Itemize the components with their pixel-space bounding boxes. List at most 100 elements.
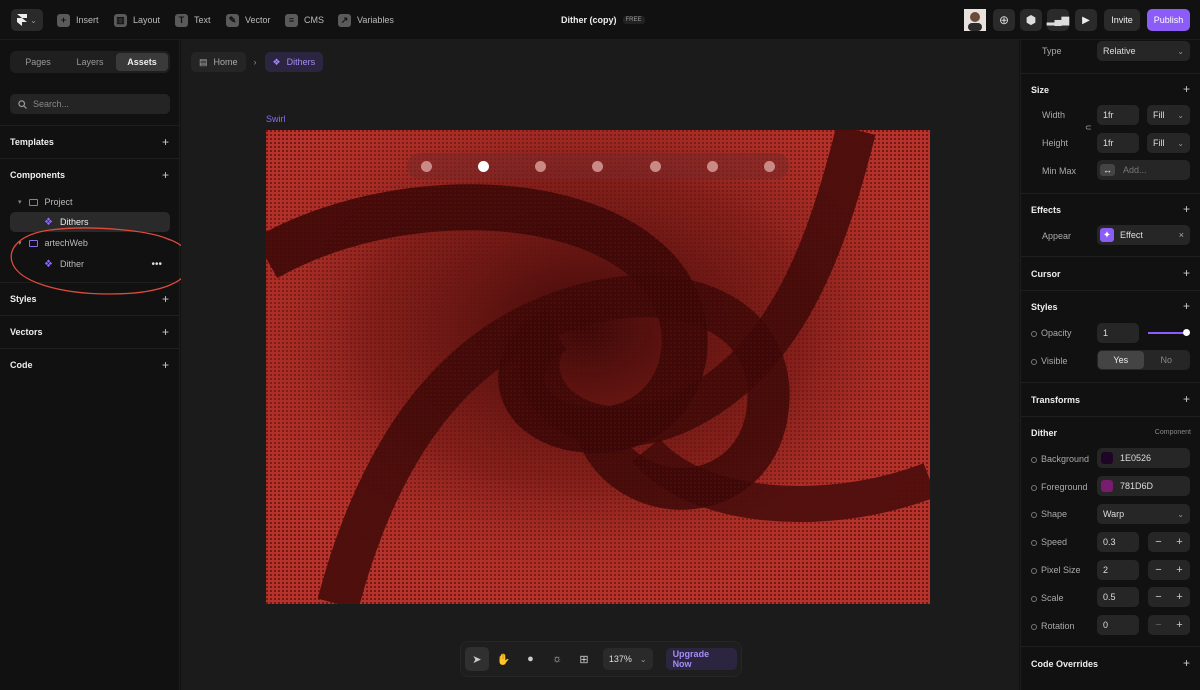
pagination-dot[interactable] xyxy=(535,160,547,172)
grid-tool[interactable]: ⊞ xyxy=(572,647,596,671)
variable-dot-icon[interactable] xyxy=(1031,485,1037,491)
speed-input[interactable]: 0.3 xyxy=(1097,532,1139,552)
type-select[interactable]: Relative ⌄ xyxy=(1097,41,1190,61)
publish-button[interactable]: Publish xyxy=(1147,9,1190,31)
plus-icon[interactable]: + xyxy=(1183,266,1190,280)
plus-icon[interactable]: + xyxy=(162,358,169,372)
minus-icon[interactable]: − xyxy=(1155,564,1161,576)
background-color-input[interactable]: 1E0526 xyxy=(1097,448,1190,468)
pagination-dot[interactable] xyxy=(763,160,775,172)
search-input[interactable]: Search... xyxy=(10,94,170,114)
plus-icon[interactable]: + xyxy=(1176,591,1182,603)
plus-icon[interactable]: + xyxy=(1176,564,1182,576)
rotation-input[interactable]: 0 xyxy=(1097,615,1139,635)
pagination-dot[interactable] xyxy=(421,160,432,172)
color-swatch[interactable] xyxy=(1101,452,1113,464)
plus-icon[interactable]: + xyxy=(162,325,169,339)
close-icon[interactable]: × xyxy=(1179,230,1184,240)
cms-button[interactable]: ≡ CMS xyxy=(285,11,324,29)
insert-button[interactable]: + Insert xyxy=(57,11,99,29)
pagination-dot[interactable] xyxy=(649,160,661,172)
effect-select[interactable]: ✦ Effect × xyxy=(1097,225,1190,245)
vectors-section[interactable]: Vectors + xyxy=(0,315,180,348)
width-input[interactable]: 1fr xyxy=(1097,105,1139,125)
speed-stepper[interactable]: − + xyxy=(1148,532,1190,552)
plus-icon[interactable]: + xyxy=(1183,202,1190,216)
plus-icon[interactable]: + xyxy=(1176,536,1182,548)
breadcrumb-dithers[interactable]: ❖ Dithers xyxy=(264,52,324,72)
pagination-dot[interactable] xyxy=(592,160,604,172)
pixel-size-stepper[interactable]: − + xyxy=(1148,560,1190,580)
pixel-size-label: Pixel Size xyxy=(1031,565,1081,575)
visible-yes-option[interactable]: Yes xyxy=(1098,351,1144,369)
globe-button[interactable]: ⊕ xyxy=(993,9,1015,31)
variable-dot-icon[interactable] xyxy=(1031,359,1037,365)
variable-dot-icon[interactable] xyxy=(1031,540,1037,546)
breadcrumb-home[interactable]: ▤ Home xyxy=(191,52,246,72)
pixel-size-input[interactable]: 2 xyxy=(1097,560,1139,580)
plus-icon[interactable]: + xyxy=(1183,656,1190,670)
vector-button[interactable]: ✎ Vector xyxy=(226,11,271,29)
visible-no-option[interactable]: No xyxy=(1144,351,1190,369)
opacity-slider[interactable] xyxy=(1148,332,1188,334)
minus-icon[interactable]: − xyxy=(1155,619,1161,631)
tab-assets[interactable]: Assets xyxy=(116,53,168,71)
plus-icon[interactable]: + xyxy=(1183,299,1190,313)
variable-dot-icon[interactable] xyxy=(1031,568,1037,574)
templates-section[interactable]: Templates + xyxy=(0,125,180,158)
variable-dot-icon[interactable] xyxy=(1031,596,1037,602)
code-section[interactable]: Code + xyxy=(0,348,180,381)
plus-icon[interactable]: + xyxy=(1176,619,1182,631)
opacity-input[interactable]: 1 xyxy=(1097,323,1139,343)
link-icon[interactable]: ⊂ xyxy=(1085,123,1092,132)
framer-menu-button[interactable]: ⌄ xyxy=(11,9,43,31)
avatar[interactable] xyxy=(964,9,986,31)
shape-select[interactable]: Warp ⌄ xyxy=(1097,504,1190,524)
tab-pages[interactable]: Pages xyxy=(12,53,64,71)
project-title[interactable]: Dither (copy) FREE xyxy=(561,11,645,29)
width-mode-select[interactable]: Fill ⌄ xyxy=(1147,105,1190,125)
opacity-slider-handle[interactable] xyxy=(1183,329,1190,336)
plus-icon[interactable]: + xyxy=(162,168,169,182)
variable-dot-icon[interactable] xyxy=(1031,457,1037,463)
upgrade-button[interactable]: Upgrade Now xyxy=(665,648,737,670)
scale-input[interactable]: 0.5 xyxy=(1097,587,1139,607)
variable-dot-icon[interactable] xyxy=(1031,512,1037,518)
analytics-button[interactable]: ▂▄▆ xyxy=(1047,9,1069,31)
canvas[interactable]: ▤ Home › ❖ Dithers Swirl ➤ ✋ ● ☼ ⊞ 137% ⌄ U… xyxy=(181,40,1019,690)
minus-icon[interactable]: − xyxy=(1155,536,1161,548)
text-button[interactable]: T Text xyxy=(175,11,211,29)
settings-button[interactable]: ⬢ xyxy=(1020,9,1042,31)
comment-tool[interactable]: ● xyxy=(519,647,543,671)
variable-dot-icon[interactable] xyxy=(1031,624,1037,630)
minmax-input[interactable]: ↔ Add... xyxy=(1097,160,1190,180)
color-swatch[interactable] xyxy=(1101,480,1113,492)
comment-icon: ● xyxy=(527,653,534,665)
dither-frame[interactable] xyxy=(266,130,930,604)
zoom-select[interactable]: 137% ⌄ xyxy=(602,648,653,670)
background-label: Background xyxy=(1031,454,1089,464)
foreground-color-input[interactable]: 781D6D xyxy=(1097,476,1190,496)
scale-stepper[interactable]: − + xyxy=(1148,587,1190,607)
hand-tool[interactable]: ✋ xyxy=(492,647,516,671)
pagination-dot-active[interactable] xyxy=(478,160,490,172)
pagination-dot[interactable] xyxy=(706,160,718,172)
rotation-stepper[interactable]: − + xyxy=(1148,615,1190,635)
preview-button[interactable]: ▶ xyxy=(1075,9,1097,31)
theme-tool[interactable]: ☼ xyxy=(545,647,569,671)
components-section[interactable]: Components + xyxy=(0,158,180,191)
visible-no-label: No xyxy=(1160,355,1172,365)
variables-button[interactable]: ↗ Variables xyxy=(338,11,394,29)
tab-layers[interactable]: Layers xyxy=(64,53,116,71)
variable-dot-icon[interactable] xyxy=(1031,331,1037,337)
frame-label[interactable]: Swirl xyxy=(266,114,286,124)
invite-button[interactable]: Invite xyxy=(1104,9,1140,31)
height-mode-select[interactable]: Fill ⌄ xyxy=(1147,133,1190,153)
minus-icon[interactable]: − xyxy=(1155,591,1161,603)
plus-icon[interactable]: + xyxy=(1183,82,1190,96)
height-input[interactable]: 1fr xyxy=(1097,133,1139,153)
plus-icon[interactable]: + xyxy=(162,135,169,149)
layout-button[interactable]: ▥ Layout xyxy=(114,11,160,29)
select-tool[interactable]: ➤ xyxy=(465,647,489,671)
plus-icon[interactable]: + xyxy=(1183,392,1190,406)
